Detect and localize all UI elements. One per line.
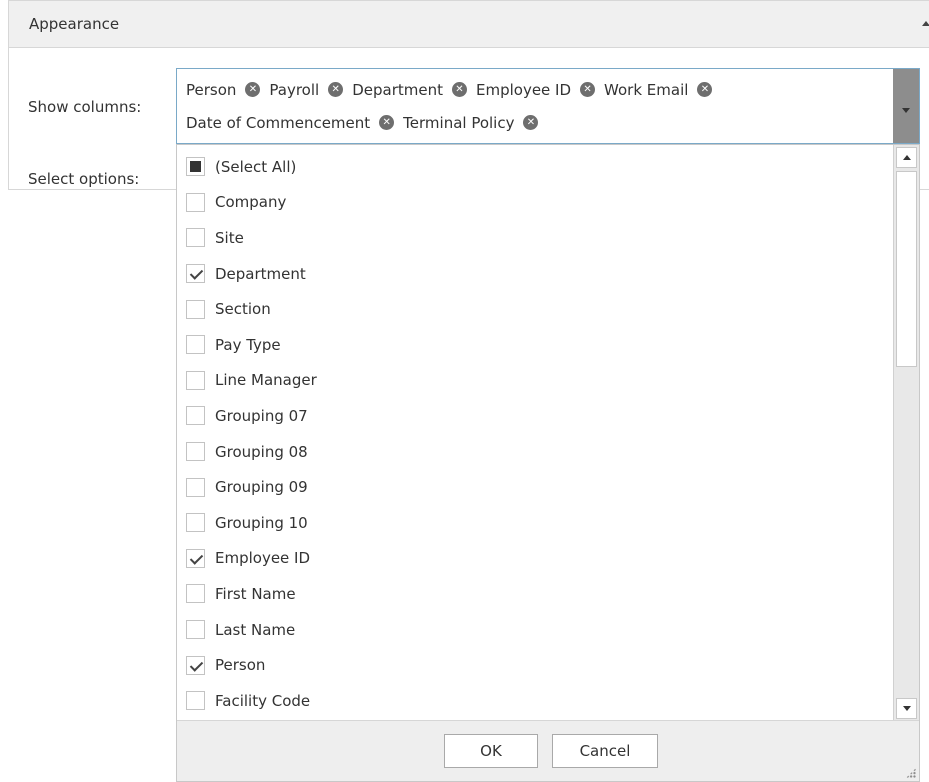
checkbox[interactable]: [186, 264, 205, 284]
column-tag-label: Department: [352, 80, 443, 99]
column-tag-label: Terminal Policy: [403, 113, 515, 132]
ok-button[interactable]: OK: [444, 734, 538, 768]
list-item-label: Department: [215, 264, 306, 283]
list-item-label: Facility Code: [215, 691, 311, 710]
list-item-label: Grouping 10: [215, 513, 308, 532]
checkbox[interactable]: [186, 620, 205, 640]
list-item[interactable]: Last Name: [177, 612, 895, 648]
list-item[interactable]: Employee ID: [177, 541, 895, 577]
column-tag-label: Payroll: [269, 80, 320, 99]
checkbox[interactable]: [186, 513, 205, 533]
list-item-label: Last Name: [215, 620, 296, 639]
column-tag-label: Person: [186, 80, 237, 99]
list-item-label: Grouping 07: [215, 406, 308, 425]
list-item[interactable]: Section: [177, 291, 895, 327]
column-tag-label: Work Email: [604, 80, 689, 99]
checkbox[interactable]: [186, 335, 205, 355]
column-tag: Department ✕: [352, 73, 467, 106]
column-tag-label: Employee ID: [475, 80, 572, 99]
list-item-label: Grouping 08: [215, 442, 308, 461]
checkbox[interactable]: [186, 228, 205, 248]
list-item[interactable]: Grouping 07: [177, 398, 895, 434]
list-item[interactable]: Department: [177, 256, 895, 292]
close-circle-icon[interactable]: ✕: [580, 82, 596, 97]
column-tag-label: Date of Commencement: [186, 113, 371, 132]
close-circle-icon[interactable]: ✕: [523, 115, 539, 130]
close-circle-icon[interactable]: ✕: [328, 82, 344, 97]
checkbox[interactable]: [186, 691, 205, 711]
select-options-label: Select options:: [28, 170, 140, 188]
list-item[interactable]: Facility Code: [177, 683, 895, 719]
popup-footer: OK Cancel: [177, 720, 919, 781]
close-circle-icon[interactable]: ✕: [697, 82, 713, 97]
list-item[interactable]: Person: [177, 647, 895, 683]
list-item-label: Site: [215, 228, 244, 247]
list-item[interactable]: Site: [177, 220, 895, 256]
list-item[interactable]: First Name: [177, 576, 895, 612]
list-item-label: Company: [215, 193, 287, 212]
list-item[interactable]: Grouping 10: [177, 505, 895, 541]
close-circle-icon[interactable]: ✕: [451, 82, 467, 97]
list-item[interactable]: Line Manager: [177, 363, 895, 399]
chevron-down-icon: [902, 108, 910, 113]
checkbox[interactable]: [186, 370, 205, 390]
show-columns-tag-editor[interactable]: Person ✕ Payroll ✕ Department ✕ Employee ID ✕ Wo…: [176, 68, 920, 144]
list-item-label: (Select All): [215, 157, 297, 176]
panel-header[interactable]: Appearance: [9, 0, 929, 48]
scroll-up-button[interactable]: [896, 147, 917, 168]
close-circle-icon[interactable]: ✕: [245, 82, 261, 97]
list-item[interactable]: Pay Type: [177, 327, 895, 363]
vertical-scrollbar[interactable]: [893, 145, 919, 721]
checkbox[interactable]: [186, 192, 205, 212]
list-item[interactable]: Grouping 08: [177, 434, 895, 470]
column-tag: Person ✕: [186, 73, 261, 106]
list-item[interactable]: Company: [177, 185, 895, 221]
scroll-thumb[interactable]: [896, 171, 917, 367]
close-circle-icon[interactable]: ✕: [379, 115, 395, 130]
column-tag: Terminal Policy ✕: [403, 106, 539, 139]
checkbox[interactable]: [186, 299, 205, 319]
column-tag: Date of Commencement ✕: [186, 106, 395, 139]
show-columns-label: Show columns:: [28, 98, 142, 116]
column-tag: Payroll ✕: [269, 73, 344, 106]
list-item[interactable]: (Select All): [177, 149, 895, 185]
column-tag: Work Email ✕: [604, 73, 713, 106]
list-item-label: First Name: [215, 584, 296, 603]
list-item-label: Employee ID: [215, 549, 311, 568]
columns-dropdown-popup: (Select All) Company Site Department Section…: [176, 144, 920, 782]
checkbox-list: (Select All) Company Site Department Section…: [177, 145, 895, 721]
list-item-label: Line Manager: [215, 371, 317, 390]
list-item-label: Pay Type: [215, 335, 281, 354]
column-tag: Employee ID ✕: [475, 73, 596, 106]
panel-title: Appearance: [29, 15, 120, 33]
list-item[interactable]: Grouping 09: [177, 469, 895, 505]
list-item-label: Person: [215, 656, 266, 675]
checkbox[interactable]: [186, 548, 205, 568]
checkbox[interactable]: [186, 655, 205, 675]
tag-list: Person ✕ Payroll ✕ Department ✕ Employee ID ✕ Wo…: [177, 69, 895, 143]
dropdown-button[interactable]: [893, 69, 919, 143]
cancel-button[interactable]: Cancel: [552, 734, 658, 768]
list-item-label: Grouping 09: [215, 478, 308, 497]
checkbox[interactable]: [186, 406, 205, 426]
chevron-up-icon[interactable]: [922, 21, 929, 26]
scroll-down-button[interactable]: [896, 698, 917, 719]
checkbox[interactable]: [186, 442, 205, 462]
checkbox[interactable]: [186, 584, 205, 604]
list-item-label: Section: [215, 300, 271, 319]
resize-grip-icon[interactable]: [906, 768, 916, 778]
checkbox[interactable]: [186, 157, 205, 177]
checkbox[interactable]: [186, 477, 205, 497]
